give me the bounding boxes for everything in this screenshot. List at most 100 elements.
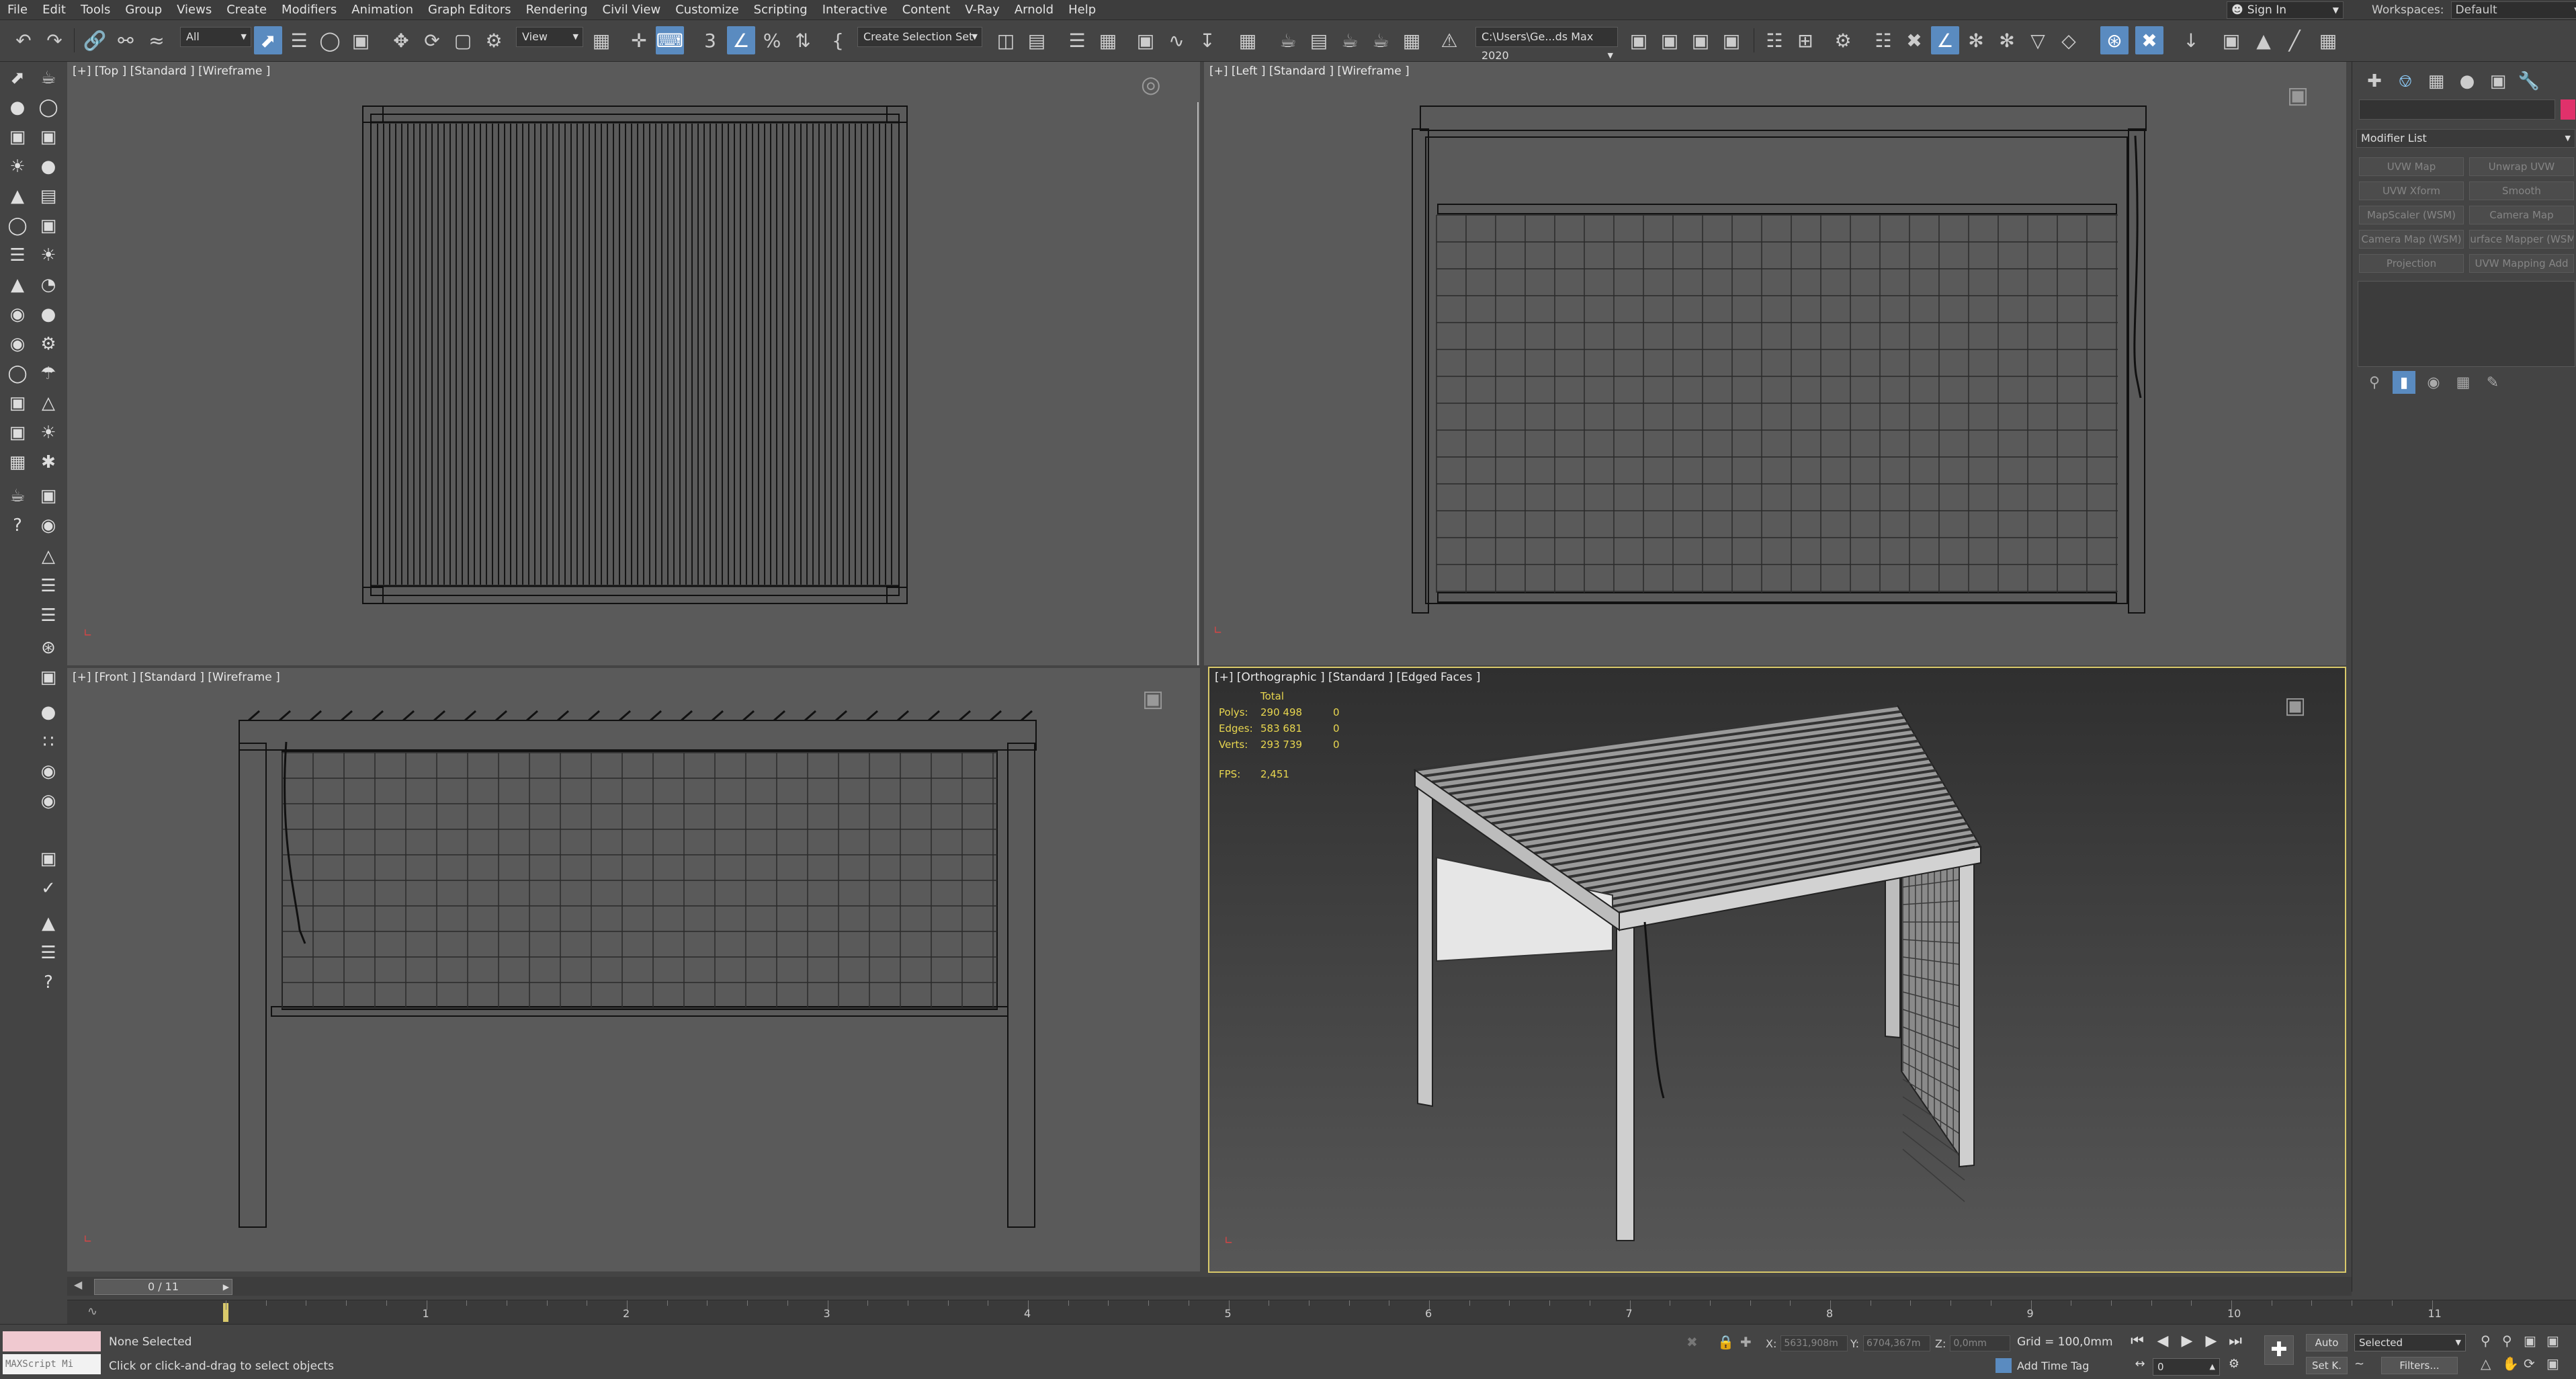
sunlight-icon[interactable]: ✱ (35, 449, 62, 476)
maxscript-mini-listener[interactable] (3, 1354, 101, 1374)
viewcube-icon[interactable]: ▣ (1142, 685, 1164, 712)
window-crossing-icon[interactable]: ▣ (347, 26, 375, 54)
edit-named-selection-icon[interactable]: { (824, 26, 852, 54)
pin-icon[interactable]: ✻ (1993, 26, 2021, 54)
snaps-toggle-icon[interactable]: 3 (696, 26, 724, 54)
selection-filter-dropdown[interactable]: All ▼ (180, 27, 251, 47)
add-time-tag[interactable]: Add Time Tag (1995, 1358, 2089, 1373)
arnold-ipr-icon[interactable]: ▣ (1656, 26, 1684, 54)
render-production-icon[interactable]: ☕ (1336, 26, 1364, 54)
question-icon[interactable]: ? (35, 969, 62, 996)
menu-group[interactable]: Group (118, 0, 169, 20)
sign-in-button[interactable]: ☻ Sign In ▼ (2227, 1, 2344, 19)
modifier-button[interactable]: UVW Xform (2359, 181, 2464, 200)
snap-grid-icon[interactable]: ☷ (1760, 26, 1789, 54)
torus-icon[interactable]: ◯ (35, 94, 62, 121)
bulb-icon[interactable]: ● (35, 153, 62, 180)
show-end-result-icon[interactable]: ▮ (2393, 371, 2415, 394)
undo-icon[interactable]: ↶ (9, 26, 38, 54)
time-slider[interactable]: ◀ (67, 1277, 2352, 1296)
previous-frame-icon[interactable]: ◀ (2153, 1333, 2173, 1349)
scene-explorer-icon[interactable]: ☰ (1063, 26, 1091, 54)
shaded-sphere-icon[interactable]: ● (35, 699, 62, 726)
configure-modifier-sets-icon[interactable]: ✎ (2481, 371, 2504, 394)
create-tab-icon[interactable]: ✚ (2359, 67, 2390, 95)
selection-region-icon[interactable]: ◯ (316, 26, 344, 54)
particles-icon[interactable]: ∷ (35, 728, 62, 755)
pivot-center-icon[interactable]: ▦ (587, 26, 615, 54)
shape-icon[interactable]: ◯ (4, 212, 31, 239)
align-icon[interactable]: ▤ (1023, 26, 1051, 54)
warning-icon[interactable]: ⚠ (1435, 26, 1463, 54)
viewcube-icon[interactable]: ▣ (2287, 82, 2309, 109)
object-color-swatch[interactable] (2561, 99, 2575, 120)
menu-create[interactable]: Create (219, 0, 274, 20)
next-frame-icon[interactable]: ▶ (2201, 1333, 2221, 1349)
viewport-top[interactable]: [+] [Top ] [Standard ] [Wireframe ] ◎ ∟ (67, 62, 1200, 665)
play-icon[interactable]: ▶ (2177, 1333, 2197, 1349)
menu-edit[interactable]: Edit (35, 0, 73, 20)
percent-snap-icon[interactable]: % (758, 26, 786, 54)
set-key-button[interactable]: Set K. (2306, 1357, 2348, 1374)
snap-edge-icon[interactable]: ☷ (1869, 26, 1897, 54)
menu-animation[interactable]: Animation (344, 0, 421, 20)
menu-views[interactable]: Views (169, 0, 219, 20)
project-folder-dropdown[interactable]: C:\Users\Ge...ds Max 2020 ▼ (1475, 27, 1618, 62)
link-icon[interactable]: 🔗 (81, 26, 109, 54)
reference-coordinate-dropdown[interactable]: View ▼ (516, 27, 583, 47)
maximize-viewport-icon[interactable]: ▣ (2546, 1355, 2559, 1372)
toolbar-chevron-icon[interactable]: ↓ (2177, 26, 2205, 54)
go-to-end-icon[interactable]: ⏭ (2225, 1333, 2245, 1349)
gear-light-icon[interactable]: ⚙ (35, 331, 62, 358)
sphere-light-icon[interactable]: △ (35, 390, 62, 417)
field-of-view-icon[interactable]: △ (2481, 1355, 2491, 1372)
snap-vertex-icon[interactable]: ⊞ (1791, 26, 1819, 54)
tape-icon[interactable]: ✖ (1900, 26, 1928, 54)
light-icon[interactable]: ☀ (4, 153, 31, 180)
menu-graph-editors[interactable]: Graph Editors (421, 0, 519, 20)
menu-tools[interactable]: Tools (73, 0, 118, 20)
hierarchy-icon[interactable]: ☰ (35, 573, 62, 599)
key-filters-button[interactable]: Filters... (2381, 1357, 2458, 1374)
stamp-icon[interactable]: ▣ (35, 664, 62, 691)
pan-icon[interactable]: ✋ (2502, 1355, 2519, 1372)
material-editor-icon[interactable]: ▦ (1234, 26, 1262, 54)
grid-icon[interactable]: ▦ (4, 449, 31, 476)
lamp-icon[interactable]: ☂ (35, 360, 62, 387)
video-camera-icon[interactable]: ▣ (35, 212, 62, 239)
modifier-button[interactable]: Unwrap UVW (2469, 157, 2574, 176)
time-config-icon[interactable]: ⚙ (2224, 1357, 2244, 1371)
snap-override-icon[interactable]: ✖ (2135, 26, 2163, 54)
rotate-icon[interactable]: ⟳ (418, 26, 446, 54)
isolate-icon[interactable]: ✖ (1686, 1334, 1698, 1350)
modifier-stack[interactable] (2358, 281, 2575, 367)
auto-key-button[interactable]: Auto (2306, 1334, 2348, 1351)
select-object-icon[interactable]: ⬈ (254, 26, 282, 54)
chain-icon[interactable]: ◉ (35, 788, 62, 814)
dome-light-icon[interactable]: ◔ (35, 271, 62, 298)
scatter-icon[interactable]: ▲ (35, 910, 62, 937)
menu-content[interactable]: Content (895, 0, 958, 20)
modifier-button[interactable]: UVW Mapping Add (2469, 254, 2574, 273)
maxscript-listener[interactable] (3, 1331, 101, 1351)
menu-interactive[interactable]: Interactive (815, 0, 895, 20)
grass-icon[interactable]: ⊛ (35, 634, 62, 661)
unlink-icon[interactable]: ⚯ (112, 26, 140, 54)
make-unique-icon[interactable]: ◉ (2422, 371, 2445, 394)
zoom-extents-all-icon[interactable]: ▣ (2546, 1333, 2559, 1349)
modifier-button[interactable]: Projection (2359, 254, 2464, 273)
document-icon[interactable]: ☰ (35, 939, 62, 966)
render-iterative-icon[interactable]: ☕ (1367, 26, 1395, 54)
menu-civil-view[interactable]: Civil View (595, 0, 669, 20)
set-key-icon[interactable]: ✚ (2264, 1335, 2294, 1365)
time-slider-thumb[interactable]: 0 / 11 ▶ (94, 1279, 232, 1295)
modifier-button[interactable]: Surface Mapper (WSM) (2469, 230, 2574, 249)
named-selection-set-dropdown[interactable]: Create Selection Set ▼ (857, 27, 982, 47)
object-name-field[interactable] (2359, 99, 2555, 120)
coord-y-field[interactable]: 6704,367m (1863, 1335, 1931, 1351)
connect-icon[interactable]: ☰ (35, 602, 62, 629)
menu-scripting[interactable]: Scripting (746, 0, 815, 20)
coord-x-field[interactable]: 5631,908m (1780, 1335, 1848, 1351)
zoom-icon[interactable]: ⚲ (2481, 1333, 2491, 1349)
vray-frame-buffer-icon[interactable]: ▦ (1398, 26, 1426, 54)
